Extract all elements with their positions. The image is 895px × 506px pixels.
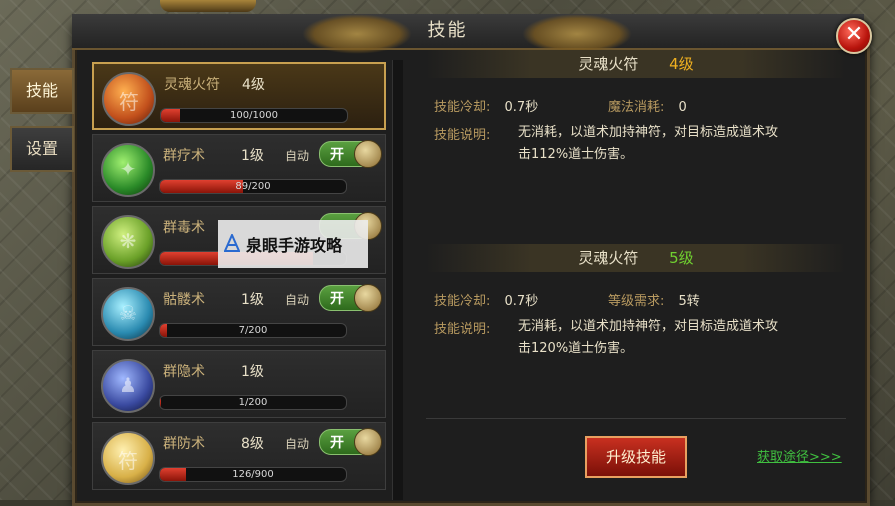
next-skill-level: 5级 xyxy=(669,249,694,267)
auto-label: 自动 xyxy=(285,437,310,451)
requirement-value: 5转 xyxy=(678,294,700,309)
auto-label: 自动 xyxy=(285,149,310,163)
progress-text: 89/200 xyxy=(235,181,271,192)
level-requirement-row: 等级需求: 5转 xyxy=(608,290,700,309)
toggle-knob xyxy=(354,140,382,168)
progress-text: 126/900 xyxy=(232,469,274,480)
skill-list: 符 灵魂火符 4级 100/1000 ✦ 群疗术 1级 自动 开 89/200 … xyxy=(92,60,388,500)
auto-label: 自动 xyxy=(285,293,310,307)
requirement-label: 等级需求: xyxy=(608,294,665,309)
next-desc-label: 技能说明: xyxy=(434,318,490,337)
current-cooldown-row: 技能冷却: 0.7秒 xyxy=(434,96,538,115)
skill-level: 8级 xyxy=(241,436,264,452)
current-skill-name: 灵魂火符 xyxy=(578,55,639,73)
skill-progress-bar: 7/200 xyxy=(159,323,347,338)
window-title: 技能 xyxy=(427,20,468,41)
skill-progress-bar: 100/1000 xyxy=(160,108,348,123)
obtain-route-link[interactable]: 获取途径>>> xyxy=(757,446,842,465)
current-level-header: 灵魂火符 4级 xyxy=(426,50,846,78)
auto-toggle[interactable]: 开 xyxy=(319,428,382,456)
skull-icon: ☠ xyxy=(101,287,155,341)
progress-text: 100/1000 xyxy=(230,110,278,121)
auto-toggle[interactable]: 开 xyxy=(319,140,382,168)
stealth-icon: ♟ xyxy=(101,359,155,413)
desc-label: 技能说明: xyxy=(434,128,491,143)
mana-value: 0 xyxy=(678,100,687,115)
cooldown-value: 0.7秒 xyxy=(504,294,539,309)
desc-label: 技能说明: xyxy=(434,322,491,337)
shield-talisman-icon: 符 xyxy=(101,431,155,485)
progress-text: 7/200 xyxy=(238,325,268,336)
next-level-header: 灵魂火符 5级 xyxy=(426,244,846,272)
skill-progress-bar: 1/200 xyxy=(159,395,347,410)
tab-settings[interactable]: 设置 xyxy=(10,126,74,172)
skill-item-group-defense[interactable]: 符 群防术 8级 自动 开 126/900 xyxy=(92,422,386,490)
toggle-label: 开 xyxy=(330,291,344,307)
skill-name: 灵魂火符 xyxy=(164,77,220,93)
next-skill-name: 灵魂火符 xyxy=(578,249,639,267)
current-mana-row: 魔法消耗: 0 xyxy=(608,96,687,115)
toggle-knob xyxy=(354,428,382,456)
watermark-logo-icon xyxy=(224,234,240,252)
skill-level: 1级 xyxy=(241,292,264,308)
current-desc-label: 技能说明: xyxy=(434,124,490,143)
skill-level: 4级 xyxy=(242,77,265,93)
toggle-label: 开 xyxy=(330,435,344,451)
skill-detail: 灵魂火符 4级 技能冷却: 0.7秒 魔法消耗: 0 技能说明: 无消耗，以道术… xyxy=(418,50,858,500)
current-skill-level: 4级 xyxy=(669,55,694,73)
toggle-label: 开 xyxy=(330,147,344,163)
skill-item-soul-talisman[interactable]: 符 灵魂火符 4级 100/1000 xyxy=(92,62,386,130)
talisman-icon: 符 xyxy=(102,72,156,126)
skill-item-skeleton[interactable]: ☠ 骷髅术 1级 自动 开 7/200 xyxy=(92,278,386,346)
cooldown-label: 技能冷却: xyxy=(434,100,491,115)
cooldown-label: 技能冷却: xyxy=(434,294,491,309)
upgrade-skill-button[interactable]: 升级技能 xyxy=(585,436,687,478)
skill-name: 群隐术 xyxy=(163,364,205,380)
top-ornament xyxy=(160,0,256,12)
skill-level: 1级 xyxy=(241,364,264,380)
skill-progress-bar: 89/200 xyxy=(159,179,347,194)
skill-name: 群疗术 xyxy=(163,148,205,164)
skill-item-group-heal[interactable]: ✦ 群疗术 1级 自动 开 89/200 xyxy=(92,134,386,202)
auto-toggle[interactable]: 开 xyxy=(319,284,382,312)
tab-skills[interactable]: 技能 xyxy=(10,68,74,114)
skill-progress-bar: 126/900 xyxy=(159,467,347,482)
watermark-text: 泉眼手游攻略 xyxy=(246,236,343,255)
divider xyxy=(426,418,846,419)
skill-level: 1级 xyxy=(241,148,264,164)
toggle-knob xyxy=(354,284,382,312)
poison-icon: ❋ xyxy=(101,215,155,269)
mana-label: 魔法消耗: xyxy=(608,100,665,115)
heal-icon: ✦ xyxy=(101,143,155,197)
list-scrollbar[interactable] xyxy=(392,60,403,500)
skill-name: 群毒术 xyxy=(163,220,205,236)
cooldown-value: 0.7秒 xyxy=(504,100,539,115)
watermark: 泉眼手游攻略 xyxy=(218,220,368,268)
next-description: 无消耗，以道术加持神符，对目标造成道术攻击120%道士伤害。 xyxy=(518,319,779,356)
skill-name: 骷髅术 xyxy=(163,292,205,308)
close-icon[interactable]: ✕ xyxy=(836,18,872,54)
current-description: 无消耗，以道术加持神符，对目标造成道术攻击112%道士伤害。 xyxy=(518,125,779,162)
next-cooldown-row: 技能冷却: 0.7秒 xyxy=(434,290,538,309)
progress-text: 1/200 xyxy=(238,397,268,408)
skill-item-group-stealth[interactable]: ♟ 群隐术 1级 1/200 xyxy=(92,350,386,418)
skill-name: 群防术 xyxy=(163,436,205,452)
